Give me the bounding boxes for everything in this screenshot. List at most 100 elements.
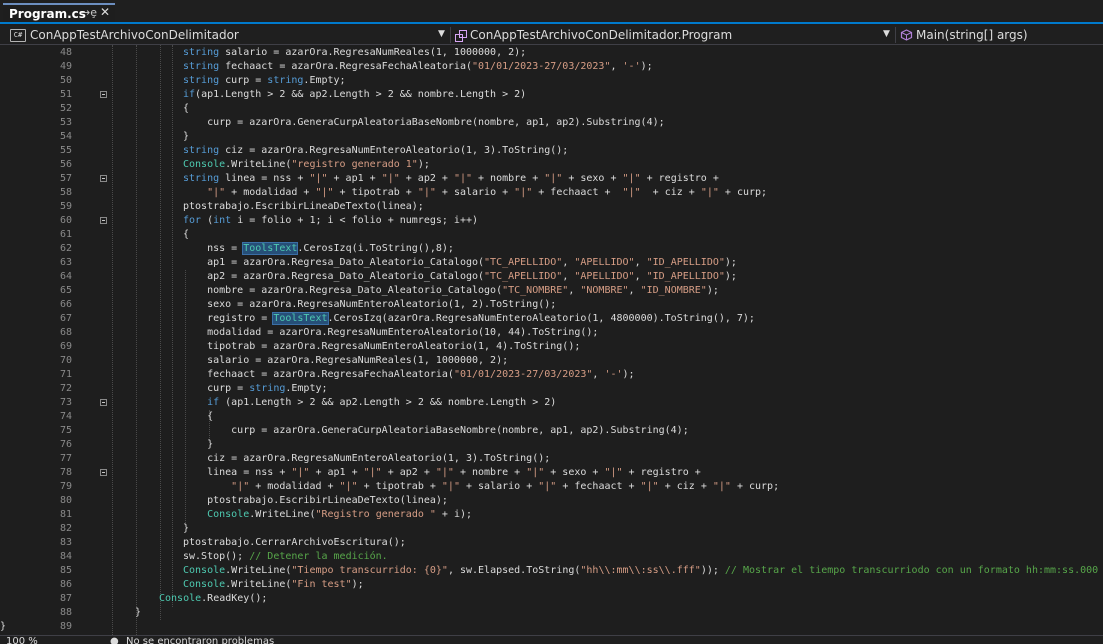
document-tab-bar: Program.cs →ȩ ✕ (0, 0, 1103, 24)
code-text: ptostrabajo.EscribirLineaDeTexto(linea); (183, 494, 448, 508)
code-token: salario = azarOra.RegresaNumReales(1, 10… (219, 47, 527, 58)
code-line[interactable]: 56 Console.WriteLine("registro generado 1… (0, 158, 1103, 172)
line-number: 87 (59, 593, 72, 604)
code-line[interactable]: 76 } (0, 438, 1103, 452)
code-token: modalidad = azarOra.RegresaNumEnteroAlea… (183, 327, 599, 338)
collapse-icon[interactable] (100, 469, 107, 476)
line-number: 75 (59, 425, 72, 436)
divider (895, 27, 896, 43)
tab-program-cs[interactable]: Program.cs →ȩ ✕ (3, 3, 115, 22)
code-line[interactable]: 83 ptostrabajo.CerrarArchivoEscritura(); (0, 536, 1103, 550)
code-line[interactable]: 58 "|" + modalidad + "|" + tipotrab + "|… (0, 186, 1103, 200)
code-line[interactable]: 65 nombre = azarOra.Regresa_Dato_Aleator… (0, 284, 1103, 298)
code-line[interactable]: 74 { (0, 410, 1103, 424)
code-token: + ciz + (658, 481, 713, 492)
class-dropdown[interactable]: ConAppTestArchivoConDelimitador.Program (455, 27, 732, 43)
code-line[interactable]: 85 Console.WriteLine("Tiempo transcurrido… (0, 564, 1103, 578)
code-editor[interactable]: 48 string salario = azarOra.RegresaNumRea… (0, 45, 1103, 635)
code-line[interactable]: 50 string curp = string.Empty; (0, 74, 1103, 88)
line-number: 79 (59, 481, 72, 492)
code-text: ptostrabajo.EscribirLineaDeTexto(linea); (183, 200, 424, 214)
code-line[interactable]: 84 sw.Stop(); // Detener la medición. (0, 550, 1103, 564)
code-token: "registro generado 1" (291, 159, 418, 170)
code-token: "APELLIDO" (574, 257, 635, 268)
code-line[interactable]: 87 Console.ReadKey(); (0, 592, 1103, 606)
collapse-icon[interactable] (100, 175, 107, 182)
code-line[interactable]: 88} (0, 606, 1103, 620)
code-line[interactable]: 51 if(ap1.Length > 2 && ap2.Length > 2 &&… (0, 88, 1103, 102)
code-text: Console.WriteLine("registro generado 1")… (183, 158, 430, 172)
chevron-down-icon[interactable]: ▼ (883, 29, 890, 39)
code-line[interactable]: 52 { (0, 102, 1103, 116)
code-token: "NOMBRE" (580, 285, 629, 296)
code-line[interactable]: 81 Console.WriteLine("Registro generado … (0, 508, 1103, 522)
code-line[interactable]: 82} (0, 522, 1103, 536)
csharp-project-icon: C# (10, 28, 26, 42)
code-line[interactable]: 72 curp = string.Empty; (0, 382, 1103, 396)
code-line[interactable]: 86 Console.WriteLine("Fin test"); (0, 578, 1103, 592)
code-line[interactable]: 48 string salario = azarOra.RegresaNumRea… (0, 46, 1103, 60)
code-line[interactable]: 61 { (0, 228, 1103, 242)
code-token: Console (183, 159, 226, 170)
code-line[interactable]: 67 registro = ToolsText.CerosIzq(azarOra… (0, 312, 1103, 326)
code-line[interactable]: 54} (0, 130, 1103, 144)
code-token: , (610, 61, 623, 72)
code-token: "|" (700, 187, 719, 198)
code-token: "01/01/2023-27/03/2023" (472, 61, 611, 72)
code-line[interactable]: 49 string fechaact = azarOra.RegresaFecha… (0, 60, 1103, 74)
collapse-icon[interactable] (100, 399, 107, 406)
code-line[interactable]: 80 ptostrabajo.EscribirLineaDeTexto(line… (0, 494, 1103, 508)
highlighted-token: ToolsText (272, 312, 329, 325)
code-token: "hh\\:mm\\:ss\\.fff" (580, 565, 701, 576)
member-dropdown[interactable]: Main(string[] args) (900, 27, 1028, 43)
code-line[interactable]: 78 linea = nss + "|" + ap1 + "|" + ap2 +… (0, 466, 1103, 480)
code-text: string fechaact = azarOra.RegresaFechaAl… (183, 60, 653, 74)
code-line[interactable]: 64 ap2 = azarOra.Regresa_Dato_Aleatorio_… (0, 270, 1103, 284)
line-number: 52 (59, 103, 72, 114)
code-line[interactable]: 77 ciz = azarOra.RegresaNumEnteroAleator… (0, 452, 1103, 466)
line-number: 77 (59, 453, 72, 464)
collapse-icon[interactable] (100, 91, 107, 98)
code-line[interactable]: 70 salario = azarOra.RegresaNumReales(1,… (0, 354, 1103, 368)
code-line[interactable]: 68 modalidad = azarOra.RegresaNumEnteroA… (0, 326, 1103, 340)
code-line[interactable]: 66 sexo = azarOra.RegresaNumEnteroAleato… (0, 298, 1103, 312)
method-icon (900, 29, 913, 41)
code-token: + registro + (622, 467, 701, 478)
code-line[interactable]: 75 curp = azarOra.GeneraCurpAleatoriaBas… (0, 424, 1103, 438)
code-line[interactable]: 63 ap1 = azarOra.Regresa_Dato_Aleatorio_… (0, 256, 1103, 270)
code-line[interactable]: 53 curp = azarOra.GeneraCurpAleatoriaBas… (0, 116, 1103, 130)
code-token: "Fin test" (291, 579, 352, 590)
code-token: + nombre + (453, 467, 527, 478)
code-token: .Empty; (303, 75, 346, 86)
code-token: } (183, 523, 190, 534)
code-token: "|" (381, 173, 400, 184)
code-token: nss = (183, 243, 244, 254)
code-token: .WriteLine( (225, 579, 292, 590)
code-token: "Tiempo transcurrido: {0}" (291, 565, 448, 576)
code-line[interactable]: 62 nss = ToolsText.CerosIzq(i.ToString()… (0, 242, 1103, 256)
code-text: salario = azarOra.RegresaNumReales(1, 10… (183, 354, 508, 368)
project-dropdown[interactable]: C# ConAppTestArchivoConDelimitador (10, 27, 239, 43)
code-token: // Detener la medición. (249, 551, 388, 562)
code-text: Console.WriteLine("Fin test"); (183, 578, 364, 592)
code-line[interactable]: 73 if (ap1.Length > 2 && ap2.Length > 2 … (0, 396, 1103, 410)
close-icon[interactable]: ✕ (100, 5, 110, 19)
code-line[interactable]: 69 tipotrab = azarOra.RegresaNumEnteroAl… (0, 340, 1103, 354)
code-line[interactable]: 55 string ciz = azarOra.RegresaNumEnteroA… (0, 144, 1103, 158)
code-line[interactable]: 79 "|" + modalidad + "|" + tipotrab + "|… (0, 480, 1103, 494)
code-line[interactable]: 57 string linea = nss + "|" + ap1 + "|" +… (0, 172, 1103, 186)
line-number: 50 (59, 75, 72, 86)
code-line[interactable]: 59 ptostrabajo.EscribirLineaDeTexto(linea… (0, 200, 1103, 214)
code-token: curp = azarOra.GeneraCurpAleatoriaBaseNo… (183, 425, 689, 436)
pin-icon[interactable]: →ȩ (81, 6, 97, 19)
line-number: 86 (59, 579, 72, 590)
collapse-icon[interactable] (100, 217, 107, 224)
code-token: Console (159, 593, 202, 604)
code-token: "|" (453, 173, 472, 184)
line-number: 48 (59, 47, 72, 58)
code-line[interactable]: 71 fechaact = azarOra.RegresaFechaAleato… (0, 368, 1103, 382)
code-line[interactable]: 89} (0, 620, 1103, 634)
chevron-down-icon[interactable]: ▼ (438, 29, 445, 39)
code-token: "|" (622, 187, 641, 198)
code-line[interactable]: 60 for (int i = folio + 1; i < folio + nu… (0, 214, 1103, 228)
